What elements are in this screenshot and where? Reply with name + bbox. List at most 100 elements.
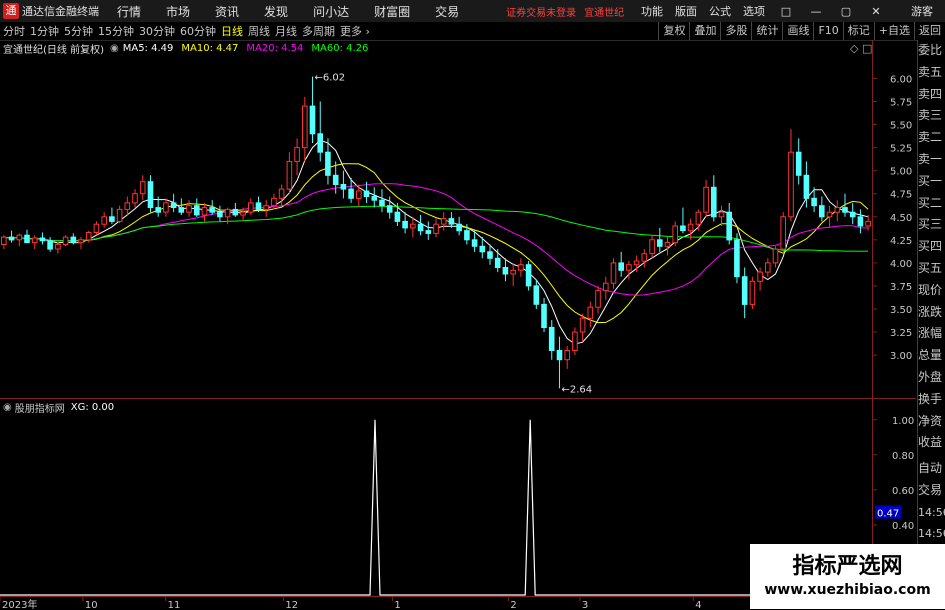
indicator-title: 股朋指标网	[14, 404, 65, 415]
price-chart[interactable]: ←6.02 ←2.64	[0, 55, 872, 397]
tick-time: 14:56	[918, 505, 945, 519]
candle-body	[433, 223, 439, 234]
candle-body	[55, 243, 61, 250]
menu-gongshi[interactable]: 公式	[709, 3, 731, 19]
quote-label: 净资	[918, 413, 943, 428]
chart-title: 宜通世纪(日线 前复权)	[3, 45, 104, 56]
quote-label: 买四	[918, 239, 943, 254]
minimize-icon[interactable]: —	[807, 5, 825, 18]
price-tick-label: 5.50	[890, 121, 912, 132]
auto-trade-label[interactable]: 自动	[918, 458, 945, 480]
indicator-settings-icon[interactable]: ◉	[3, 402, 12, 413]
candle-body	[471, 239, 478, 247]
candle-body	[788, 151, 794, 218]
tick-time: 14:56	[918, 526, 945, 540]
candle-body	[93, 223, 100, 233]
biaoji-button[interactable]: 标记	[842, 22, 874, 40]
candle-body	[363, 190, 370, 197]
duogu-button[interactable]: 多股	[720, 22, 751, 40]
menu-xuanxiang[interactable]: 选项	[743, 3, 765, 19]
period-more[interactable]: 更多 ›	[340, 23, 370, 39]
candle-body	[85, 232, 92, 241]
period-multi[interactable]: 多周期	[302, 23, 335, 39]
candle-body	[209, 207, 215, 213]
candle-body	[803, 174, 810, 199]
quote-label: 卖五	[918, 64, 943, 79]
candle-body	[826, 211, 833, 218]
candle-body	[425, 230, 432, 234]
price-tick-label: 5.25	[890, 144, 912, 155]
menu-hangqing[interactable]: 行情	[117, 3, 141, 20]
candle-body	[124, 202, 131, 210]
price-tick-label: 3.25	[890, 328, 912, 339]
watermark-url: www.xuezhibiao.com	[764, 582, 931, 598]
settings-circle-icon[interactable]: ◉	[110, 43, 119, 54]
candle-body	[849, 211, 856, 218]
pane-separator[interactable]	[0, 398, 916, 399]
quote-label: 涨跌	[918, 304, 943, 319]
period-weekly[interactable]: 周线	[248, 23, 270, 39]
menu-gongneng[interactable]: 功能	[641, 3, 663, 19]
xg-signal-line	[0, 419, 872, 596]
date-label: 2023年	[2, 598, 37, 610]
candle-body	[325, 151, 331, 176]
f10-button[interactable]: F10	[813, 22, 842, 40]
candle-body	[672, 225, 679, 244]
candle-body	[464, 230, 470, 241]
restore-window-icon[interactable]: □	[777, 5, 795, 18]
fuquan-button[interactable]: 复权	[658, 22, 689, 40]
indicator-chart[interactable]	[0, 400, 872, 596]
tongji-button[interactable]: 统计	[751, 22, 782, 40]
candle-body	[649, 239, 655, 255]
candle-body	[340, 184, 347, 190]
menu-jiaoyi[interactable]: 交易	[435, 3, 459, 20]
candle-body	[726, 211, 733, 241]
maximize-icon[interactable]: ▢	[837, 5, 855, 18]
candle-body	[248, 202, 254, 213]
period-5min[interactable]: 5分钟	[64, 23, 93, 39]
period-daily[interactable]: 日线	[221, 23, 243, 39]
menu-wenxiaoda[interactable]: 问小达	[313, 3, 349, 20]
period-60min[interactable]: 60分钟	[180, 23, 216, 39]
candle-body	[186, 205, 192, 213]
candle-body	[525, 264, 532, 287]
menu-faxian[interactable]: 发现	[264, 3, 288, 20]
menu-banmian[interactable]: 版面	[675, 3, 697, 19]
price-tick-label: 5.00	[890, 167, 912, 178]
xg-value: XG: 0.00	[70, 402, 115, 413]
candle-body	[595, 290, 601, 308]
huaxian-button[interactable]: 画线	[782, 22, 813, 40]
candle-body	[394, 211, 401, 222]
candle-body	[286, 160, 293, 190]
auto-trade-label[interactable]: 交易	[918, 480, 945, 502]
candle-body	[865, 220, 871, 227]
menu-shichang[interactable]: 市场	[166, 3, 190, 20]
period-1min[interactable]: 1分钟	[30, 23, 59, 39]
candle-body	[109, 216, 115, 222]
diamond-icon[interactable]: ◇	[850, 42, 858, 55]
period-monthly[interactable]: 月线	[275, 23, 297, 39]
extreme-label: ←6.02	[315, 73, 346, 84]
candle-body	[62, 236, 69, 246]
guest-label[interactable]: 游客	[911, 3, 933, 19]
close-icon[interactable]: ✕	[867, 5, 885, 18]
expand-icon[interactable]: □	[862, 42, 872, 55]
candle-body	[255, 202, 262, 210]
menu-caifuquan[interactable]: 财富圈	[374, 3, 410, 20]
candle-body	[795, 151, 802, 176]
period-15min[interactable]: 15分钟	[98, 23, 134, 39]
period-fenshi[interactable]: 分时	[3, 23, 25, 39]
diejia-button[interactable]: 叠加	[689, 22, 720, 40]
price-tick-label: 5.75	[890, 98, 912, 109]
quote-label: 买三	[918, 217, 943, 232]
trade-login-warning[interactable]: 证券交易未登录	[506, 4, 576, 19]
back-button[interactable]: 返回	[914, 22, 945, 40]
watermark-title: 指标严选网	[792, 554, 903, 579]
app-title: 通达信金融终端	[22, 5, 99, 18]
candle-body	[510, 269, 516, 275]
candle-body	[564, 350, 571, 361]
period-30min[interactable]: 30分钟	[139, 23, 175, 39]
candle-body	[417, 223, 424, 232]
menu-zixun[interactable]: 资讯	[215, 3, 239, 20]
add-watchlist-button[interactable]: +自选	[873, 22, 914, 40]
